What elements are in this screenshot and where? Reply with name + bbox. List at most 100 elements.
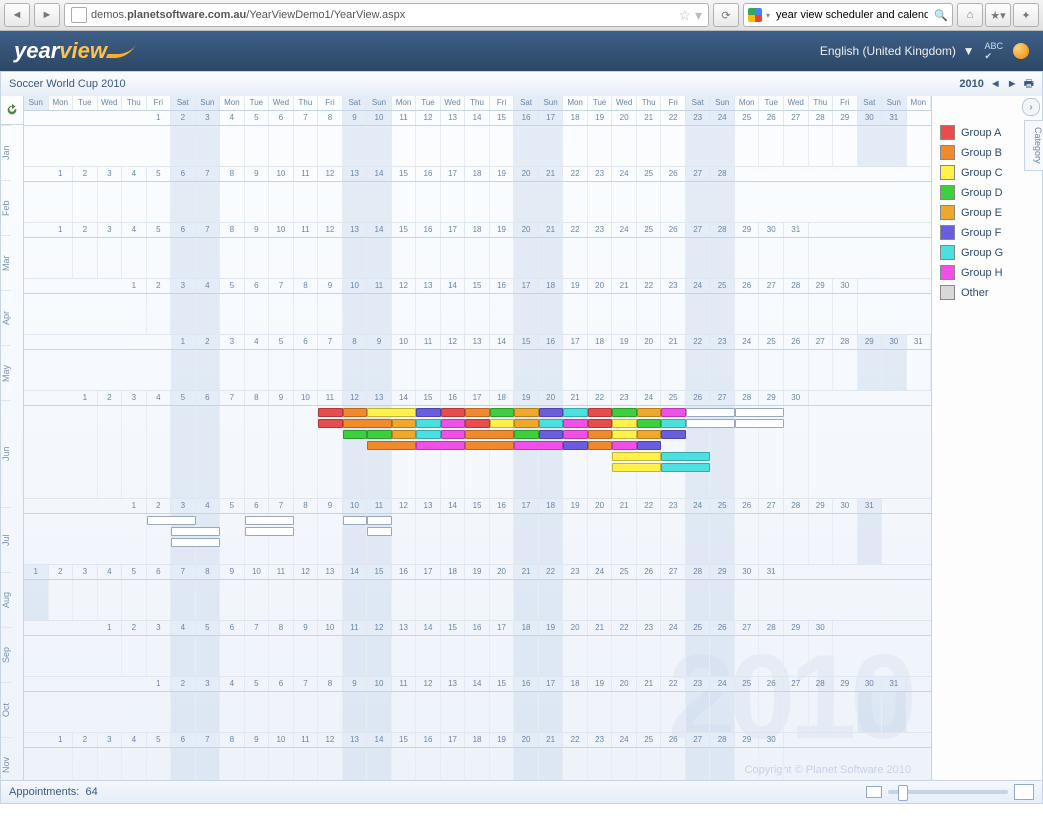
- appointment[interactable]: [416, 430, 441, 439]
- appointment[interactable]: [735, 408, 784, 417]
- reload-button[interactable]: ⟳: [713, 3, 739, 27]
- category-1[interactable]: Group B: [940, 145, 1034, 160]
- print-button[interactable]: 🖶: [1024, 75, 1034, 94]
- appointment[interactable]: [343, 419, 392, 428]
- appointment[interactable]: [171, 527, 220, 536]
- spellcheck-icon[interactable]: ABC✔: [984, 41, 1003, 62]
- category-6[interactable]: Group G: [940, 245, 1034, 260]
- bookmark-star-icon[interactable]: ☆: [678, 7, 691, 24]
- globe-icon[interactable]: [1013, 43, 1029, 59]
- appointment[interactable]: [539, 408, 564, 417]
- category-0[interactable]: Group A: [940, 125, 1034, 140]
- category-5[interactable]: Group F: [940, 225, 1034, 240]
- appointment[interactable]: [661, 419, 686, 428]
- appointment[interactable]: [490, 408, 515, 417]
- appointment[interactable]: [612, 430, 637, 439]
- appointment[interactable]: [147, 516, 196, 525]
- appointment[interactable]: [612, 408, 637, 417]
- appointment[interactable]: [245, 527, 294, 536]
- appointment[interactable]: [441, 408, 466, 417]
- appointment[interactable]: [661, 408, 686, 417]
- appointment[interactable]: [392, 430, 417, 439]
- address-bar[interactable]: demos.planetsoftware.com.au/YearViewDemo…: [64, 3, 709, 27]
- appointment[interactable]: [637, 430, 662, 439]
- appointment[interactable]: [441, 419, 466, 428]
- appointment[interactable]: [416, 419, 441, 428]
- appointment[interactable]: [539, 419, 564, 428]
- home-button[interactable]: ⌂: [957, 3, 983, 27]
- appointment[interactable]: [735, 419, 784, 428]
- appointment[interactable]: [612, 419, 637, 428]
- browser-forward-button[interactable]: ►: [34, 3, 60, 27]
- appointment[interactable]: [686, 408, 735, 417]
- appointment[interactable]: [661, 463, 710, 472]
- category-8[interactable]: Other: [940, 285, 1034, 300]
- appointment[interactable]: [245, 516, 294, 525]
- appointment[interactable]: [588, 430, 613, 439]
- next-year-button[interactable]: ►: [1007, 78, 1018, 90]
- appointment[interactable]: [392, 419, 417, 428]
- refresh-button[interactable]: [1, 96, 23, 125]
- appointment[interactable]: [612, 452, 661, 461]
- appointment[interactable]: [514, 408, 539, 417]
- appointment[interactable]: [637, 441, 662, 450]
- appointment[interactable]: [416, 441, 465, 450]
- appointment[interactable]: [367, 441, 416, 450]
- appointment[interactable]: [563, 408, 588, 417]
- dropdown-icon[interactable]: ▾: [695, 7, 702, 24]
- appointment[interactable]: [514, 430, 539, 439]
- appointment[interactable]: [588, 441, 613, 450]
- extension-button[interactable]: ✦: [1013, 3, 1039, 27]
- appointment[interactable]: [588, 419, 613, 428]
- favorites-button[interactable]: ★▾: [985, 3, 1011, 27]
- appointment[interactable]: [465, 408, 490, 417]
- appointment[interactable]: [661, 430, 686, 439]
- calendar-grid-area[interactable]: SunMonTueWedThuFriSatSunMonTueWedThuFriS…: [24, 96, 931, 780]
- appointment[interactable]: [612, 463, 661, 472]
- appointment[interactable]: [686, 419, 735, 428]
- appointment[interactable]: [343, 408, 368, 417]
- appointment[interactable]: [367, 516, 392, 525]
- collapse-panel-button[interactable]: ›: [1022, 98, 1040, 116]
- category-7[interactable]: Group H: [940, 265, 1034, 280]
- appointment[interactable]: [343, 430, 368, 439]
- prev-year-button[interactable]: ◄: [990, 78, 1001, 90]
- appointment[interactable]: [539, 430, 564, 439]
- category-2[interactable]: Group C: [940, 165, 1034, 180]
- appointment[interactable]: [367, 430, 392, 439]
- appointment[interactable]: [514, 419, 539, 428]
- appointment[interactable]: [441, 430, 466, 439]
- appointment[interactable]: [661, 452, 710, 461]
- zoom-control[interactable]: [866, 784, 1034, 800]
- search-icon[interactable]: 🔍: [934, 9, 948, 22]
- browser-back-button[interactable]: ◄: [4, 3, 30, 27]
- browser-search-box[interactable]: ▾ 🔍: [743, 3, 953, 27]
- appointment[interactable]: [343, 516, 368, 525]
- category-4[interactable]: Group E: [940, 205, 1034, 220]
- appointment[interactable]: [465, 430, 514, 439]
- appointment[interactable]: [465, 419, 490, 428]
- appointment[interactable]: [563, 430, 588, 439]
- category-3[interactable]: Group D: [940, 185, 1034, 200]
- appointment[interactable]: [367, 408, 416, 417]
- appointment[interactable]: [367, 527, 392, 536]
- appointment[interactable]: [637, 419, 662, 428]
- search-input[interactable]: [774, 8, 930, 22]
- url-text: demos.planetsoftware.com.au/YearViewDemo…: [91, 9, 674, 21]
- appointment[interactable]: [514, 441, 563, 450]
- category-tab[interactable]: Category: [1024, 120, 1043, 171]
- appointment[interactable]: [171, 538, 220, 547]
- appointment[interactable]: [490, 419, 515, 428]
- appointment[interactable]: [563, 441, 588, 450]
- appointment[interactable]: [612, 441, 637, 450]
- appointment[interactable]: [588, 408, 613, 417]
- app-header: yearview English (United Kingdom) ▼ ABC✔: [0, 31, 1043, 71]
- appointment[interactable]: [318, 419, 343, 428]
- appointment[interactable]: [318, 408, 343, 417]
- appointment[interactable]: [563, 419, 588, 428]
- zoom-thumb[interactable]: [898, 785, 908, 801]
- appointment[interactable]: [637, 408, 662, 417]
- appointment[interactable]: [465, 441, 514, 450]
- language-selector[interactable]: English (United Kingdom) ▼: [820, 44, 975, 58]
- appointment[interactable]: [416, 408, 441, 417]
